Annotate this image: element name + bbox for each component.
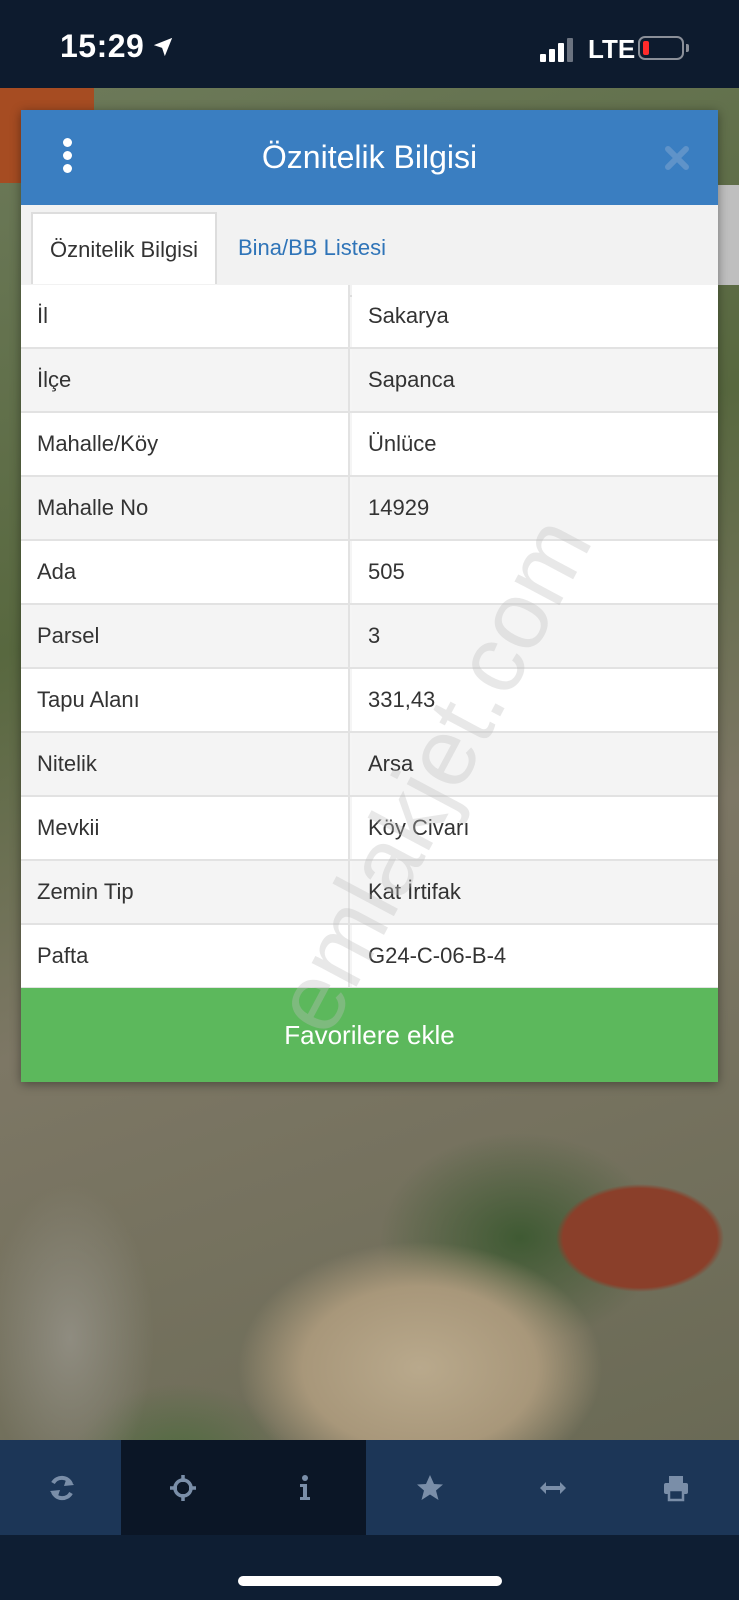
row-key: Mahalle No bbox=[21, 477, 350, 539]
status-time: 15:29 bbox=[60, 28, 145, 64]
status-bar: 15:29 LTE bbox=[0, 0, 739, 88]
row-value: 14929 bbox=[352, 477, 718, 539]
info-button[interactable] bbox=[243, 1440, 366, 1535]
map-overlay-gray bbox=[718, 185, 739, 285]
row-value: 331,43 bbox=[352, 669, 718, 731]
location-arrow-icon bbox=[153, 37, 173, 57]
signal-icon bbox=[540, 38, 573, 62]
info-icon bbox=[299, 1474, 310, 1500]
crosshair-icon bbox=[169, 1474, 196, 1501]
row-key: Nitelik bbox=[21, 733, 350, 795]
row-key: Pafta bbox=[21, 925, 350, 987]
favorites-button[interactable] bbox=[368, 1440, 491, 1535]
dialog-title: Öznitelik Bilgisi bbox=[261, 139, 478, 175]
home-bar-area bbox=[0, 1535, 739, 1600]
bottom-toolbar bbox=[0, 1440, 739, 1535]
close-icon[interactable] bbox=[663, 144, 691, 172]
row-key: Mahalle/Köy bbox=[21, 413, 350, 475]
add-favorite-button[interactable]: Favorilere ekle bbox=[21, 988, 718, 1082]
table-row: Mahalle/Köy Ünlüce bbox=[21, 413, 718, 477]
dialog-header: Öznitelik Bilgisi bbox=[21, 110, 718, 205]
table-row: Pafta G24-C-06-B-4 bbox=[21, 925, 718, 989]
row-key: Ada bbox=[21, 541, 350, 603]
attribute-table: İl Sakarya İlçe Sapanca Mahalle/Köy Ünlü… bbox=[21, 285, 718, 989]
tab-attribute-info[interactable]: Öznitelik Bilgisi bbox=[31, 212, 217, 284]
row-value: Arsa bbox=[352, 733, 718, 795]
row-value: Köy Civarı bbox=[352, 797, 718, 859]
measure-icon bbox=[539, 1481, 566, 1494]
network-type: LTE bbox=[588, 34, 636, 64]
measure-button[interactable] bbox=[491, 1440, 614, 1535]
locate-button[interactable] bbox=[121, 1440, 244, 1535]
table-row: Tapu Alanı 331,43 bbox=[21, 669, 718, 733]
row-value: Sapanca bbox=[352, 349, 718, 411]
row-value: G24-C-06-B-4 bbox=[352, 925, 718, 987]
star-icon bbox=[416, 1474, 443, 1500]
battery-level bbox=[643, 41, 649, 55]
row-key: Parsel bbox=[21, 605, 350, 667]
row-value: 3 bbox=[352, 605, 718, 667]
print-button[interactable] bbox=[614, 1440, 737, 1535]
refresh-icon bbox=[49, 1475, 74, 1500]
row-key: İlçe bbox=[21, 349, 350, 411]
row-key: Zemin Tip bbox=[21, 861, 350, 923]
row-key: İl bbox=[21, 285, 350, 347]
table-row: İlçe Sapanca bbox=[21, 349, 718, 413]
table-row: Mahalle No 14929 bbox=[21, 477, 718, 541]
print-icon bbox=[663, 1475, 688, 1501]
row-value: Ünlüce bbox=[352, 413, 718, 475]
tab-building-list[interactable]: Bina/BB Listesi bbox=[222, 212, 402, 284]
table-row: Zemin Tip Kat İrtifak bbox=[21, 861, 718, 925]
row-value: Sakarya bbox=[352, 285, 718, 347]
row-value: 505 bbox=[352, 541, 718, 603]
row-value: Kat İrtifak bbox=[352, 861, 718, 923]
row-key: Tapu Alanı bbox=[21, 669, 350, 731]
battery-tip bbox=[686, 44, 689, 52]
table-row: Parsel 3 bbox=[21, 605, 718, 669]
refresh-button[interactable] bbox=[0, 1440, 123, 1535]
home-indicator[interactable] bbox=[238, 1576, 502, 1586]
table-row: Ada 505 bbox=[21, 541, 718, 605]
battery-icon bbox=[638, 36, 684, 60]
table-row: Mevkii Köy Civarı bbox=[21, 797, 718, 861]
table-row: Nitelik Arsa bbox=[21, 733, 718, 797]
table-row: İl Sakarya bbox=[21, 285, 718, 349]
row-key: Mevkii bbox=[21, 797, 350, 859]
